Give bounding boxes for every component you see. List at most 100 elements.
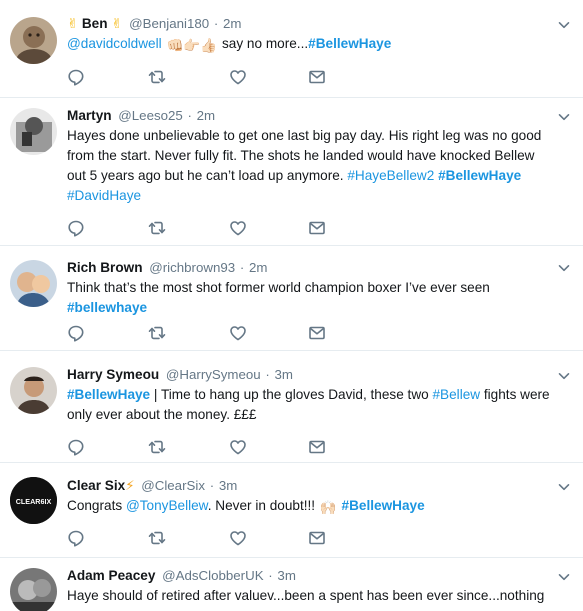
display-name[interactable]: Ben <box>82 16 108 31</box>
hashtag-link[interactable]: #BellewHaye <box>342 498 425 513</box>
tweet[interactable]: Rich Brown @richbrown93 · 2m Think that’… <box>0 246 583 351</box>
tweet-plain-text: fights were <box>480 387 550 402</box>
avatar[interactable] <box>10 260 57 307</box>
tweet-text: @davidcoldwell 👊🏻👉🏻👍🏻 say no more...#Bel… <box>67 34 553 56</box>
separator: · <box>239 260 245 275</box>
tweet-actions <box>67 219 337 237</box>
envelope-icon[interactable] <box>308 438 328 456</box>
reply-icon[interactable] <box>67 324 87 342</box>
tweet-plain-text: Congrats <box>67 498 126 513</box>
tweet-header: Clear Six⚡ @ClearSix · 3m <box>67 476 553 496</box>
tweet[interactable]: Martyn @Leeso25 · 2m Hayes done unbeliev… <box>0 98 583 246</box>
separator: · <box>209 478 215 493</box>
clear-six-logo: CLEAR6IX <box>10 477 57 524</box>
heart-icon[interactable] <box>229 438 249 456</box>
hashtag-link[interactable]: #BellewHaye <box>438 168 521 183</box>
display-name[interactable]: Adam Peacey <box>67 568 155 583</box>
chevron-down-icon[interactable] <box>557 18 571 32</box>
chevron-down-icon[interactable] <box>557 110 571 124</box>
user-handle[interactable]: @richbrown93 <box>149 260 235 275</box>
user-handle[interactable]: @Benjani180 <box>129 16 209 31</box>
envelope-icon[interactable] <box>308 529 328 547</box>
reply-icon[interactable] <box>67 529 87 547</box>
reply-icon[interactable] <box>67 438 87 456</box>
display-name[interactable]: Rich Brown <box>67 260 143 275</box>
tweet-header: ✌ Ben ✌ @Benjani180 · 2m <box>67 14 553 34</box>
mention-link[interactable]: @TonyBellew <box>126 498 208 513</box>
timestamp[interactable]: 3m <box>219 478 237 493</box>
tweet-text-line: Haye should of retired after valuev...be… <box>67 588 545 603</box>
separator: · <box>265 367 270 382</box>
tweet-text-line: only ever about the money. £££ <box>67 407 257 422</box>
timestamp[interactable]: 2m <box>197 108 215 123</box>
tweet-text: Think that’s the most shot former world … <box>67 278 553 318</box>
display-name[interactable]: Clear Six <box>67 478 125 493</box>
avatar[interactable] <box>10 108 57 155</box>
tweet[interactable]: Adam Peacey @AdsClobberUK · 3m Haye shou… <box>0 558 583 611</box>
lightning-icon: ⚡ <box>125 478 135 493</box>
avatar[interactable] <box>10 367 57 414</box>
emoji-sequence: 👊🏻👉🏻👍🏻 <box>166 38 218 53</box>
tweet-text: Congrats @TonyBellew. Never in doubt!!! … <box>67 496 553 518</box>
hashtag-link[interactable]: #HayeBellew2 <box>347 168 434 183</box>
chevron-down-icon[interactable] <box>557 261 571 275</box>
heart-icon[interactable] <box>229 219 249 237</box>
mention-link[interactable]: @davidcoldwell <box>67 36 162 51</box>
retweet-icon[interactable] <box>148 324 168 342</box>
hashtag-link[interactable]: #Bellew <box>433 387 481 402</box>
envelope-icon[interactable] <box>308 324 328 342</box>
tweet-header: Adam Peacey @AdsClobberUK · 3m <box>67 566 553 586</box>
hashtag-link[interactable]: #bellewhaye <box>67 300 147 315</box>
retweet-icon[interactable] <box>148 219 168 237</box>
envelope-icon[interactable] <box>308 68 328 86</box>
user-handle[interactable]: @ClearSix <box>141 478 205 493</box>
retweet-icon[interactable] <box>148 68 168 86</box>
chevron-down-icon[interactable] <box>557 369 571 383</box>
tweet-text: #BellewHaye | Time to hang up the gloves… <box>67 385 553 425</box>
separator: · <box>213 16 219 31</box>
user-handle[interactable]: @HarrySymeou <box>166 367 261 382</box>
chevron-down-icon[interactable] <box>557 480 571 494</box>
name-emoji-left: ✌ <box>67 16 79 31</box>
tweet-header: Rich Brown @richbrown93 · 2m <box>67 258 553 278</box>
avatar-logo-text: CLEAR6IX <box>16 497 52 506</box>
hashtag-link[interactable]: #BellewHaye <box>308 36 391 51</box>
envelope-icon[interactable] <box>308 219 328 237</box>
tweet-text: Haye should of retired after valuev...be… <box>67 586 553 606</box>
timestamp[interactable]: 3m <box>275 367 293 382</box>
hashtag-link[interactable]: #BellewHaye <box>67 387 150 402</box>
heart-icon[interactable] <box>229 324 249 342</box>
tweet-text: Hayes done unbelievable to get one last … <box>67 126 553 206</box>
tweet-text-line: from the start. Never fully fit. The sho… <box>67 148 535 163</box>
reply-icon[interactable] <box>67 68 87 86</box>
tweet-actions <box>67 68 337 86</box>
tweet-plain-text: | Time to hang up the gloves David, thes… <box>150 387 433 402</box>
tweet[interactable]: ✌ Ben ✌ @Benjani180 · 2m @davidcoldwell … <box>0 0 583 98</box>
avatar[interactable]: CLEAR6IX <box>10 477 57 524</box>
reply-icon[interactable] <box>67 219 87 237</box>
heart-icon[interactable] <box>229 529 249 547</box>
heart-icon[interactable] <box>229 68 249 86</box>
timestamp[interactable]: 2m <box>223 16 241 31</box>
retweet-icon[interactable] <box>148 438 168 456</box>
hashtag-link[interactable]: #DavidHaye <box>67 188 141 203</box>
tweet[interactable]: Harry Symeou @HarrySymeou · 3m #BellewHa… <box>0 351 583 463</box>
raised-hands-emoji: 🙌🏻 <box>319 500 337 515</box>
timestamp[interactable]: 3m <box>277 568 295 583</box>
tweet-text-line: Think that’s the most shot former world … <box>67 280 490 295</box>
chevron-down-icon[interactable] <box>557 570 571 584</box>
retweet-icon[interactable] <box>148 529 168 547</box>
name-emoji-right: ✌ <box>111 16 123 31</box>
timestamp[interactable]: 2m <box>249 260 267 275</box>
user-handle[interactable]: @AdsClobberUK <box>162 568 263 583</box>
display-name[interactable]: Martyn <box>67 108 112 123</box>
user-handle[interactable]: @Leeso25 <box>118 108 183 123</box>
tweet[interactable]: CLEAR6IX Clear Six⚡ @ClearSix · 3m Congr… <box>0 463 583 558</box>
display-name[interactable]: Harry Symeou <box>67 367 159 382</box>
avatar[interactable] <box>10 568 57 611</box>
separator: · <box>187 108 192 123</box>
separator: · <box>268 568 273 583</box>
tweet-actions <box>67 324 337 342</box>
tweet-actions <box>67 529 337 547</box>
avatar[interactable] <box>10 17 57 64</box>
